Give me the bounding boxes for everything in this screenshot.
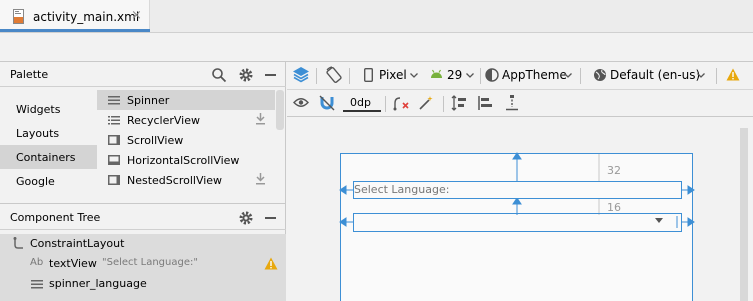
spinner-language[interactable] bbox=[353, 213, 682, 232]
constraint-layout-icon bbox=[13, 237, 23, 249]
guidelines-icon[interactable] bbox=[505, 95, 519, 111]
minimize-icon[interactable] bbox=[265, 217, 276, 219]
tree-node-label: textView bbox=[49, 257, 97, 270]
search-icon[interactable] bbox=[211, 67, 227, 83]
close-icon[interactable]: × bbox=[131, 8, 142, 23]
chevron-down-icon bbox=[564, 73, 572, 78]
component-tree-title: Component Tree bbox=[10, 211, 101, 224]
theme-icon bbox=[485, 68, 499, 82]
gear-icon[interactable] bbox=[238, 67, 254, 83]
palette-item-nestedscrollview[interactable]: NestedScrollView bbox=[97, 170, 275, 190]
text-view-icon: Ab bbox=[30, 257, 44, 268]
component-tree-list: ConstraintLayout Ab textView "Select Lan… bbox=[0, 234, 286, 301]
layout-toolbar: 0dp bbox=[287, 90, 753, 117]
palette-item-label: HorizontalScrollView bbox=[127, 154, 240, 167]
category-google[interactable]: Google bbox=[0, 169, 97, 193]
locale-selector[interactable]: Default (en-us) bbox=[610, 68, 700, 82]
nested-scrollview-icon bbox=[108, 175, 120, 185]
spinner-icon bbox=[108, 96, 120, 105]
tree-node-constraintlayout[interactable]: ConstraintLayout bbox=[0, 234, 286, 254]
design-toolbar: Pixel 29 AppTheme Default (en-us) bbox=[287, 62, 753, 90]
category-layouts[interactable]: Layouts bbox=[0, 121, 97, 145]
minimize-icon[interactable] bbox=[265, 74, 276, 76]
constraint-overlay bbox=[339, 152, 695, 228]
category-containers[interactable]: Containers bbox=[0, 145, 97, 169]
palette-item-label: RecyclerView bbox=[127, 114, 200, 127]
theme-selector[interactable]: AppTheme bbox=[502, 68, 567, 82]
palette-item-recyclerview[interactable]: RecyclerView bbox=[97, 110, 275, 130]
palette-item-label: ScrollView bbox=[127, 134, 184, 147]
xml-file-icon bbox=[13, 9, 24, 24]
api-level-selector[interactable]: 29 bbox=[447, 68, 462, 82]
tree-node-textview[interactable]: Ab textView "Select Language:" bbox=[0, 254, 286, 274]
palette-item-horizontalscrollview[interactable]: HorizontalScrollView bbox=[97, 150, 275, 170]
palette-item-scrollview[interactable]: ScrollView bbox=[97, 130, 275, 150]
palette-scrollbar[interactable] bbox=[276, 90, 284, 130]
toolbar-separator bbox=[349, 68, 350, 84]
horizontal-scrollview-icon bbox=[108, 155, 120, 165]
tree-node-detail: "Select Language:" bbox=[102, 257, 198, 268]
toolbar-separator bbox=[385, 96, 386, 112]
device-selector[interactable]: Pixel bbox=[379, 68, 407, 82]
component-tree-panel: Component Tree ConstraintLayout Ab textV… bbox=[0, 204, 286, 301]
default-margins-control[interactable]: 0dp bbox=[343, 95, 381, 112]
top-margin-label: 32 bbox=[607, 164, 621, 177]
warning-icon[interactable] bbox=[726, 68, 740, 81]
default-margins-value: 0dp bbox=[350, 96, 371, 109]
text-view-text: Select Language: bbox=[354, 183, 450, 196]
category-widgets[interactable]: Widgets bbox=[0, 97, 97, 121]
chevron-down-icon bbox=[410, 73, 418, 78]
layers-icon[interactable] bbox=[292, 66, 310, 84]
toolbar-separator bbox=[443, 96, 444, 112]
editor-tab-title: activity_main.xml bbox=[33, 10, 140, 24]
orientation-icon[interactable] bbox=[325, 66, 343, 84]
chevron-down-icon bbox=[697, 73, 705, 78]
download-icon[interactable] bbox=[255, 113, 266, 125]
palette-item-label: NestedScrollView bbox=[127, 174, 223, 187]
chevron-down-icon bbox=[466, 73, 474, 78]
list-icon bbox=[108, 116, 120, 125]
magnet-icon[interactable] bbox=[319, 95, 335, 111]
spinner-icon bbox=[31, 280, 43, 289]
scrollview-icon bbox=[108, 135, 120, 145]
toolbar-separator bbox=[480, 68, 481, 84]
tree-node-spinner-language[interactable]: spinner_language bbox=[0, 274, 286, 294]
device-phone-icon bbox=[364, 68, 373, 82]
component-tree-header: Component Tree bbox=[0, 204, 286, 230]
warning-icon[interactable] bbox=[264, 257, 278, 270]
editor-tab-bar: activity_main.xml × bbox=[0, 0, 753, 32]
infer-constraints-icon[interactable] bbox=[418, 95, 434, 111]
eye-icon[interactable] bbox=[293, 97, 309, 108]
download-icon[interactable] bbox=[255, 173, 266, 185]
palette-item-label: Spinner bbox=[127, 94, 170, 107]
editor-tab-activity-main[interactable]: activity_main.xml × bbox=[0, 0, 150, 32]
palette-header: Palette bbox=[0, 62, 286, 87]
text-view-select-language[interactable]: Select Language: bbox=[353, 181, 682, 199]
editor-mode-bar bbox=[0, 33, 753, 61]
tree-node-label: spinner_language bbox=[49, 277, 147, 290]
tree-node-label: ConstraintLayout bbox=[30, 237, 125, 250]
toolbar-separator bbox=[716, 68, 717, 84]
palette-item-spinner[interactable]: Spinner bbox=[97, 90, 275, 110]
palette-title: Palette bbox=[10, 68, 49, 81]
toolbar-separator bbox=[316, 68, 317, 84]
globe-icon bbox=[594, 69, 606, 81]
toolbar-separator bbox=[580, 68, 581, 84]
gear-icon[interactable] bbox=[238, 210, 254, 226]
clear-constraints-icon[interactable] bbox=[393, 95, 410, 111]
spinner-margin-label: 16 bbox=[607, 201, 621, 214]
android-icon bbox=[431, 69, 442, 78]
palette-panel: Palette Widgets Layouts Containers Googl… bbox=[0, 62, 286, 203]
align-icon[interactable] bbox=[477, 95, 493, 111]
pack-icon[interactable] bbox=[451, 95, 467, 111]
